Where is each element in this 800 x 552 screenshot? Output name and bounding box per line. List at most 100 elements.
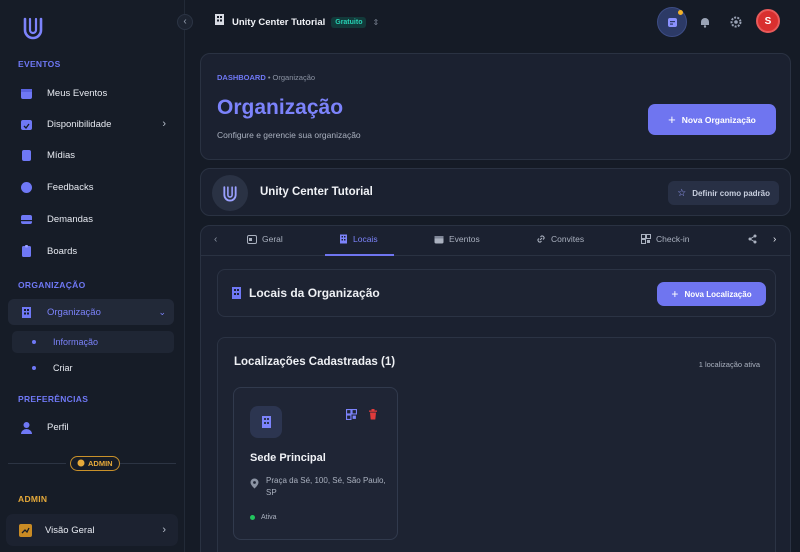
bullet-icon	[32, 340, 36, 344]
locations-list: Localizações Cadastradas (1) 1 localizaç…	[217, 337, 776, 552]
building-icon	[213, 13, 226, 31]
id-card-icon	[247, 234, 257, 244]
bullet-icon	[32, 366, 36, 370]
locais-header: Locais da Organização + Nova Localização	[217, 269, 776, 317]
building-icon	[232, 287, 241, 299]
org-selector[interactable]: Unity Center Tutorial Gratuito ⇕	[213, 13, 379, 31]
tab-bar: ‹ Geral Locais Eventos Convites Check-in	[201, 226, 791, 256]
org-logo	[212, 175, 248, 211]
sidebar-item-midias[interactable]: Mídias	[8, 142, 174, 168]
sidebar-item-organizacao[interactable]: Organização ⌄	[8, 299, 174, 325]
location-name: Sede Principal	[250, 452, 326, 464]
plus-icon: +	[668, 112, 676, 127]
sidebar-item-label: Meus Eventos	[47, 87, 108, 99]
sidebar-item-label: Disponibilidade	[47, 118, 112, 130]
qr-code-icon[interactable]	[346, 407, 357, 425]
assistant-button[interactable]	[657, 7, 687, 37]
new-location-label: Nova Localização	[684, 289, 752, 299]
section-admin: ADMIN	[18, 494, 48, 504]
chat-icon	[19, 180, 33, 194]
app-logo[interactable]	[22, 16, 44, 40]
location-card[interactable]: Sede Principal Praça da Sé, 100, Sé, São…	[233, 387, 398, 540]
share-icon[interactable]	[748, 234, 757, 247]
settings-button[interactable]	[721, 7, 751, 37]
breadcrumb-current: Organização	[272, 73, 316, 82]
divider	[120, 463, 176, 464]
chevron-right-icon: ›	[162, 118, 166, 130]
tab-eventos[interactable]: Eventos	[434, 234, 480, 244]
shield-icon	[77, 459, 85, 469]
sidebar-subitem-criar[interactable]: Criar	[12, 357, 174, 379]
org-selector-name: Unity Center Tutorial	[232, 16, 326, 28]
sidebar-item-label: Perfil	[47, 421, 69, 433]
new-organization-label: Nova Organização	[681, 114, 756, 125]
chevron-down-icon: ⌄	[158, 306, 166, 317]
sidebar-item-disponibilidade[interactable]: Disponibilidade ›	[8, 111, 174, 137]
page-subtitle: Configure e gerencie sua organização	[217, 130, 361, 140]
active-count: 1 localização ativa	[698, 360, 760, 369]
admin-badge-label: ADMIN	[88, 459, 113, 468]
breadcrumb-separator: •	[265, 73, 273, 82]
chevron-right-icon: ›	[162, 524, 166, 536]
bot-icon	[667, 17, 677, 27]
tab-check-in[interactable]: Check-in	[641, 234, 690, 244]
sidebar-item-label: Organização	[47, 306, 101, 318]
tabs-scroll-left-icon[interactable]: ‹	[214, 234, 217, 245]
location-address: Praça da Sé, 100, Sé, São Paulo, SP	[266, 476, 386, 497]
board-icon	[19, 244, 33, 258]
tab-convites[interactable]: Convites	[536, 234, 584, 244]
building-icon	[19, 305, 33, 319]
sidebar-item-feedbacks[interactable]: Feedbacks	[8, 174, 174, 200]
map-pin-icon	[250, 476, 259, 494]
link-icon	[537, 235, 545, 243]
tab-locais[interactable]: Locais	[339, 234, 378, 244]
gear-icon	[730, 16, 742, 28]
chevron-updown-icon: ⇕	[372, 17, 380, 27]
set-default-button[interactable]: ☆ Definir como padrão	[668, 181, 779, 205]
tab-label: Locais	[353, 234, 378, 244]
organization-tabs-panel: ‹ Geral Locais Eventos Convites Check-in	[200, 225, 791, 552]
sidebar-item-label: Feedbacks	[47, 181, 94, 193]
status-dot	[250, 515, 255, 520]
status-label: Ativa	[261, 514, 277, 521]
plan-badge: Gratuito	[331, 16, 367, 28]
active-tab-indicator	[325, 254, 394, 256]
organization-card: Unity Center Tutorial ☆ Definir como pad…	[200, 168, 791, 216]
qr-code-icon	[641, 234, 651, 244]
organization-name: Unity Center Tutorial	[260, 186, 373, 198]
tab-label: Convites	[551, 234, 585, 244]
tabs-scroll-right-icon[interactable]: ›	[773, 234, 776, 245]
tab-label: Check-in	[656, 234, 690, 244]
set-default-label: Definir como padrão	[692, 188, 770, 198]
sidebar-item-demandas[interactable]: Demandas	[8, 206, 174, 232]
user-icon	[19, 420, 33, 434]
calendar-check-icon	[19, 117, 33, 131]
page-header: DASHBOARD • Organização Organização Conf…	[200, 53, 791, 160]
divider	[8, 463, 66, 464]
media-icon	[19, 148, 33, 162]
star-icon: ☆	[677, 187, 687, 199]
collapse-sidebar-button[interactable]: ‹	[177, 14, 193, 30]
tab-label: Geral	[262, 234, 283, 244]
tab-geral[interactable]: Geral	[247, 234, 283, 244]
app: EVENTOS Meus Eventos Disponibilidade › M…	[0, 0, 800, 552]
admin-badge: ADMIN	[70, 456, 120, 471]
notifications-button[interactable]	[690, 7, 720, 37]
sidebar-item-meus-eventos[interactable]: Meus Eventos	[8, 80, 174, 106]
breadcrumb: DASHBOARD • Organização	[217, 73, 315, 82]
sidebar-item-perfil[interactable]: Perfil	[8, 414, 174, 440]
sidebar: EVENTOS Meus Eventos Disponibilidade › M…	[0, 0, 185, 552]
calendar-icon	[19, 86, 33, 100]
user-avatar[interactable]: S	[756, 9, 780, 33]
sidebar-subitem-informacao[interactable]: Informação	[12, 331, 174, 353]
sidebar-item-boards[interactable]: Boards	[8, 238, 174, 264]
sidebar-item-visao-geral[interactable]: Visão Geral ›	[6, 514, 178, 546]
trash-icon[interactable]	[368, 407, 378, 425]
breadcrumb-root[interactable]: DASHBOARD	[217, 73, 266, 82]
chart-icon	[19, 523, 32, 537]
new-location-button[interactable]: + Nova Localização	[657, 282, 766, 306]
building-icon	[340, 234, 347, 244]
new-organization-button[interactable]: + Nova Organização	[648, 104, 776, 135]
locais-title-text: Locais da Organização	[249, 286, 380, 300]
inbox-icon	[19, 212, 33, 226]
